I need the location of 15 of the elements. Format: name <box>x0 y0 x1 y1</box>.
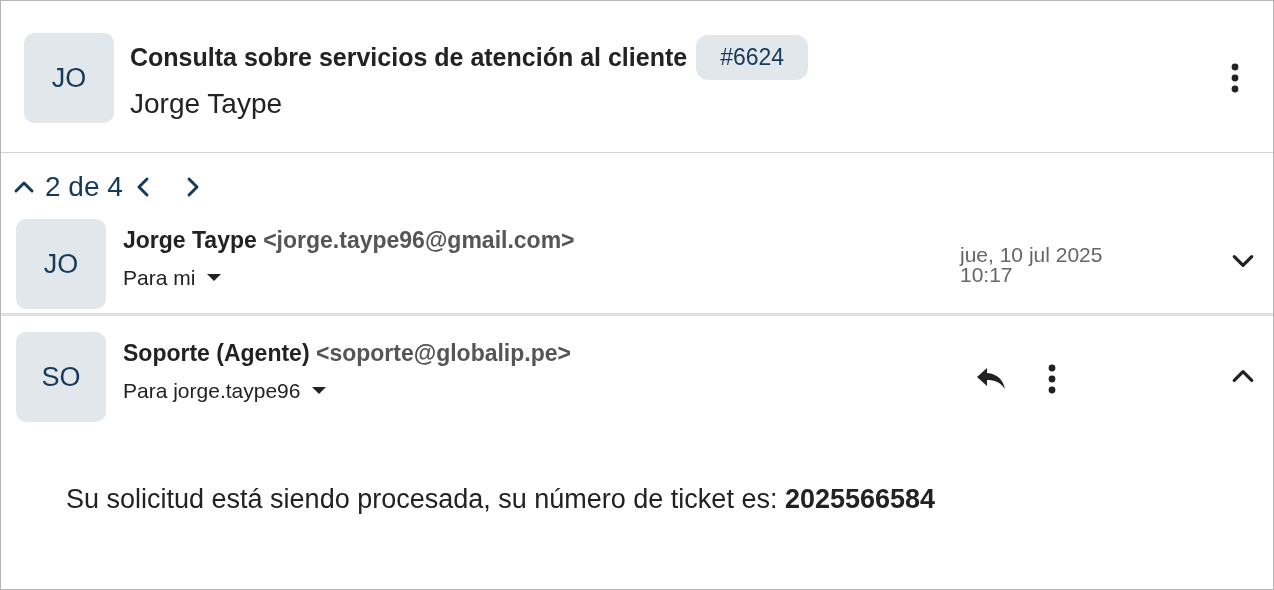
recipient-dropdown[interactable]: Para jorge.taype96 <box>123 379 327 403</box>
ticket-number: #6624 <box>696 35 809 80</box>
ticket-title: Consulta sobre servicios de atención al cliente <box>130 43 688 72</box>
sender: Soporte (Agente) <soporte@globalip.pe> <box>123 340 572 367</box>
sender: Jorge Taype <jorge.taype96@gmail.com> <box>123 227 576 254</box>
avatar: JO <box>16 219 106 309</box>
avatar: JO <box>24 33 114 123</box>
message-body: Su solicitud está siendo procesada, su número de ticket es: 2025566584 <box>65 483 937 515</box>
requester-name: Jorge Taype <box>130 88 284 120</box>
caret-icon <box>312 387 327 395</box>
recipient-dropdown[interactable]: Para mi <box>123 266 222 290</box>
message-date: jue, 10 jul 2025 <box>960 245 1104 265</box>
avatar: SO <box>16 332 106 422</box>
caret-icon <box>207 274 222 282</box>
message-counter: 2 de 4 <box>45 171 123 203</box>
